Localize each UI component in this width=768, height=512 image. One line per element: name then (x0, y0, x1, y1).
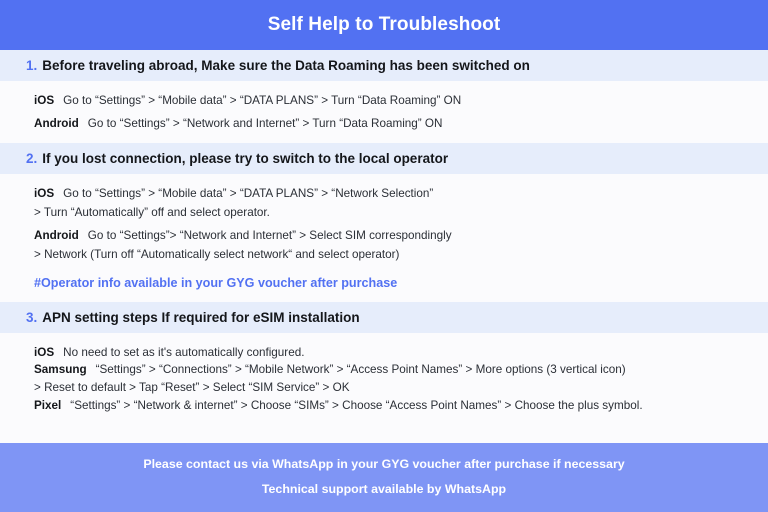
instruction-steps: Go to “Settings”> “Network and Internet”… (87, 228, 452, 242)
instruction-row: Android Go to “Settings”> “Network and I… (34, 227, 742, 246)
instruction-row: iOS Go to “Settings” > “Mobile data” > “… (34, 185, 742, 204)
instruction-row: Android Go to “Settings” > “Network and … (34, 115, 742, 134)
instruction-row: iOS No need to set as it's automatically… (34, 344, 742, 362)
instruction-steps: > Turn “Automatically” off and select op… (34, 205, 270, 219)
platform-label: Android (34, 116, 79, 130)
section-3: 3. APN setting steps If required for eSI… (0, 301, 768, 424)
section-1-number: 1. (26, 58, 38, 73)
footer-contact-line: Please contact us via WhatsApp in your G… (143, 457, 625, 471)
operator-info-note: #Operator info available in your GYG vou… (34, 275, 398, 290)
section-2: 2. If you lost connection, please try to… (0, 142, 768, 302)
platform-label: Samsung (34, 363, 87, 377)
platform-label: Pixel (34, 398, 62, 412)
section-1-body: iOS Go to “Settings” > “Mobile data” > “… (0, 81, 768, 143)
section-1-header: 1. Before traveling abroad, Make sure th… (0, 50, 768, 81)
section-2-title: If you lost connection, please try to sw… (42, 150, 449, 166)
section-1-title: Before traveling abroad, Make sure the D… (42, 58, 530, 73)
page-title: Self Help to Troubleshoot (267, 14, 501, 35)
instruction-continuation: > Turn “Automatically” off and select op… (34, 204, 742, 223)
instruction-continuation: > Reset to default > Tap “Reset” > Selec… (34, 379, 742, 397)
instruction-row: iOS Go to “Settings” > “Mobile data” > “… (34, 92, 742, 111)
instruction-steps: “Settings” > “Connections” > “Mobile Net… (95, 363, 626, 377)
platform-label: iOS (34, 345, 55, 359)
section-2-body: iOS Go to “Settings” > “Mobile data” > “… (0, 173, 768, 302)
content-area: 1. Before traveling abroad, Make sure th… (0, 50, 768, 443)
troubleshoot-info-card: Self Help to Troubleshoot 1. Before trav… (0, 0, 768, 512)
section-1: 1. Before traveling abroad, Make sure th… (0, 50, 768, 143)
page-header: Self Help to Troubleshoot (0, 0, 768, 50)
section-3-title: APN setting steps If required for eSIM i… (42, 309, 360, 325)
instruction-steps: > Network (Turn off “Automatically selec… (34, 247, 400, 261)
instruction-steps: Go to “Settings” > “Mobile data” > “DATA… (63, 186, 434, 200)
instruction-row: Pixel “Settings” > “Network & internet” … (34, 397, 742, 415)
instruction-steps: “Settings” > “Network & internet” > Choo… (70, 398, 643, 412)
section-3-body: iOS No need to set as it's automatically… (0, 332, 768, 424)
platform-label: Android (34, 228, 79, 242)
section-3-number: 3. (26, 309, 38, 325)
footer-support-line: Technical support available by WhatsApp (261, 482, 507, 496)
instruction-steps: Go to “Settings” > “Network and Internet… (87, 116, 443, 130)
page-footer: Please contact us via WhatsApp in your G… (0, 443, 768, 512)
instruction-steps: > Reset to default > Tap “Reset” > Selec… (34, 381, 350, 395)
section-3-header: 3. APN setting steps If required for eSI… (0, 301, 768, 333)
instruction-steps: No need to set as it's automatically con… (63, 345, 305, 359)
section-2-number: 2. (26, 150, 38, 166)
instruction-row: Samsung “Settings” > “Connections” > “Mo… (34, 361, 742, 379)
platform-label: iOS (34, 94, 55, 107)
instruction-continuation: > Network (Turn off “Automatically selec… (34, 246, 742, 265)
platform-label: iOS (34, 186, 55, 200)
section-2-header: 2. If you lost connection, please try to… (0, 142, 768, 174)
instruction-steps: Go to “Settings” > “Mobile data” > “DATA… (63, 94, 462, 107)
